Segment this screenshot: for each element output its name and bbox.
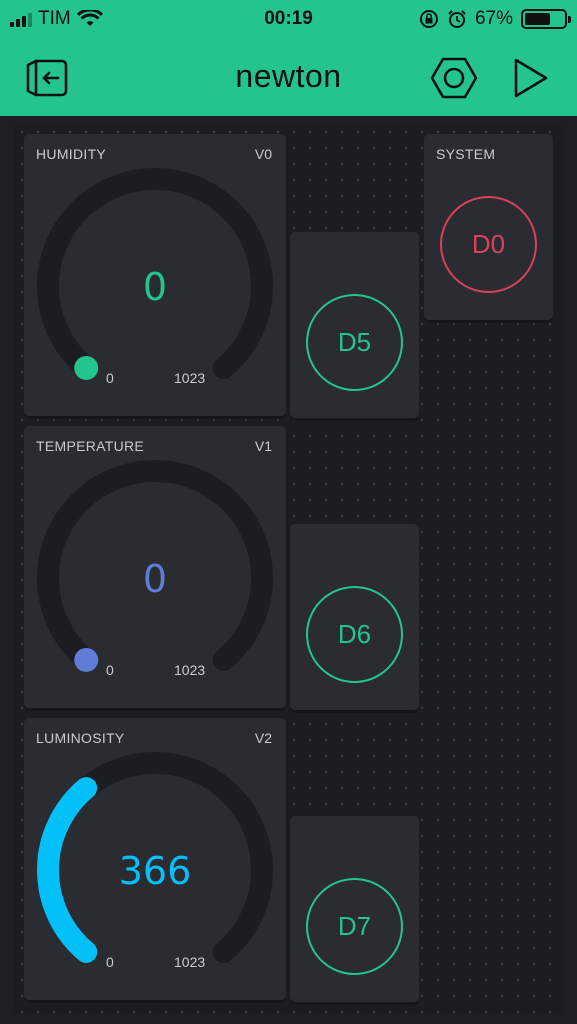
gauge-max: 1023 <box>174 662 206 678</box>
top-bar: TIM 00:19 67% newton <box>0 0 577 116</box>
widget-label: SYSTEM <box>436 146 496 162</box>
gauge-level-dot <box>74 355 99 380</box>
gauge-level-arc <box>37 777 98 963</box>
gauge-value: 0 <box>143 265 167 309</box>
gauge-max: 1023 <box>174 954 206 970</box>
gauge-value: 366 <box>119 849 192 893</box>
app-header: newton <box>0 40 577 116</box>
gauge-dial: 0 <box>37 460 273 672</box>
gauge-min: 0 <box>106 370 114 386</box>
status-bar: TIM 00:19 67% <box>0 0 577 40</box>
button-d6[interactable]: D6 <box>306 586 403 683</box>
gauge-dial: 366 <box>37 752 273 963</box>
battery-icon <box>521 9 571 29</box>
button-d7[interactable]: D7 <box>306 878 403 975</box>
rotation-lock-icon <box>419 10 438 28</box>
d6-button-widget[interactable]: D6 <box>290 524 419 710</box>
gauge-dial: 0 <box>37 168 273 380</box>
button-d5[interactable]: D5 <box>306 294 403 391</box>
battery-percent: 67% <box>474 8 513 29</box>
settings-hexagon-icon[interactable] <box>430 55 478 101</box>
d5-button-widget[interactable]: D5 <box>290 232 419 418</box>
gauge-min: 0 <box>106 954 114 970</box>
humidity-gauge-widget[interactable]: HUMIDITY V0 0 0 1023 <box>24 134 286 416</box>
project-title: newton <box>235 58 342 94</box>
system-button-widget[interactable]: SYSTEM D0 <box>424 134 553 320</box>
luminosity-gauge-widget[interactable]: LUMINOSITY V2 366 0 1023 <box>24 718 286 1000</box>
d7-button-widget[interactable]: D7 <box>290 816 419 1002</box>
gauge-min: 0 <box>106 662 114 678</box>
temperature-gauge-widget[interactable]: TEMPERATURE V1 0 0 1023 <box>24 426 286 708</box>
button-d0[interactable]: D0 <box>440 196 537 293</box>
gauge-max: 1023 <box>174 370 206 386</box>
alarm-icon <box>448 10 466 28</box>
gauge-level-dot <box>74 647 99 672</box>
play-icon[interactable] <box>508 55 556 101</box>
gauge-value: 0 <box>143 557 167 601</box>
